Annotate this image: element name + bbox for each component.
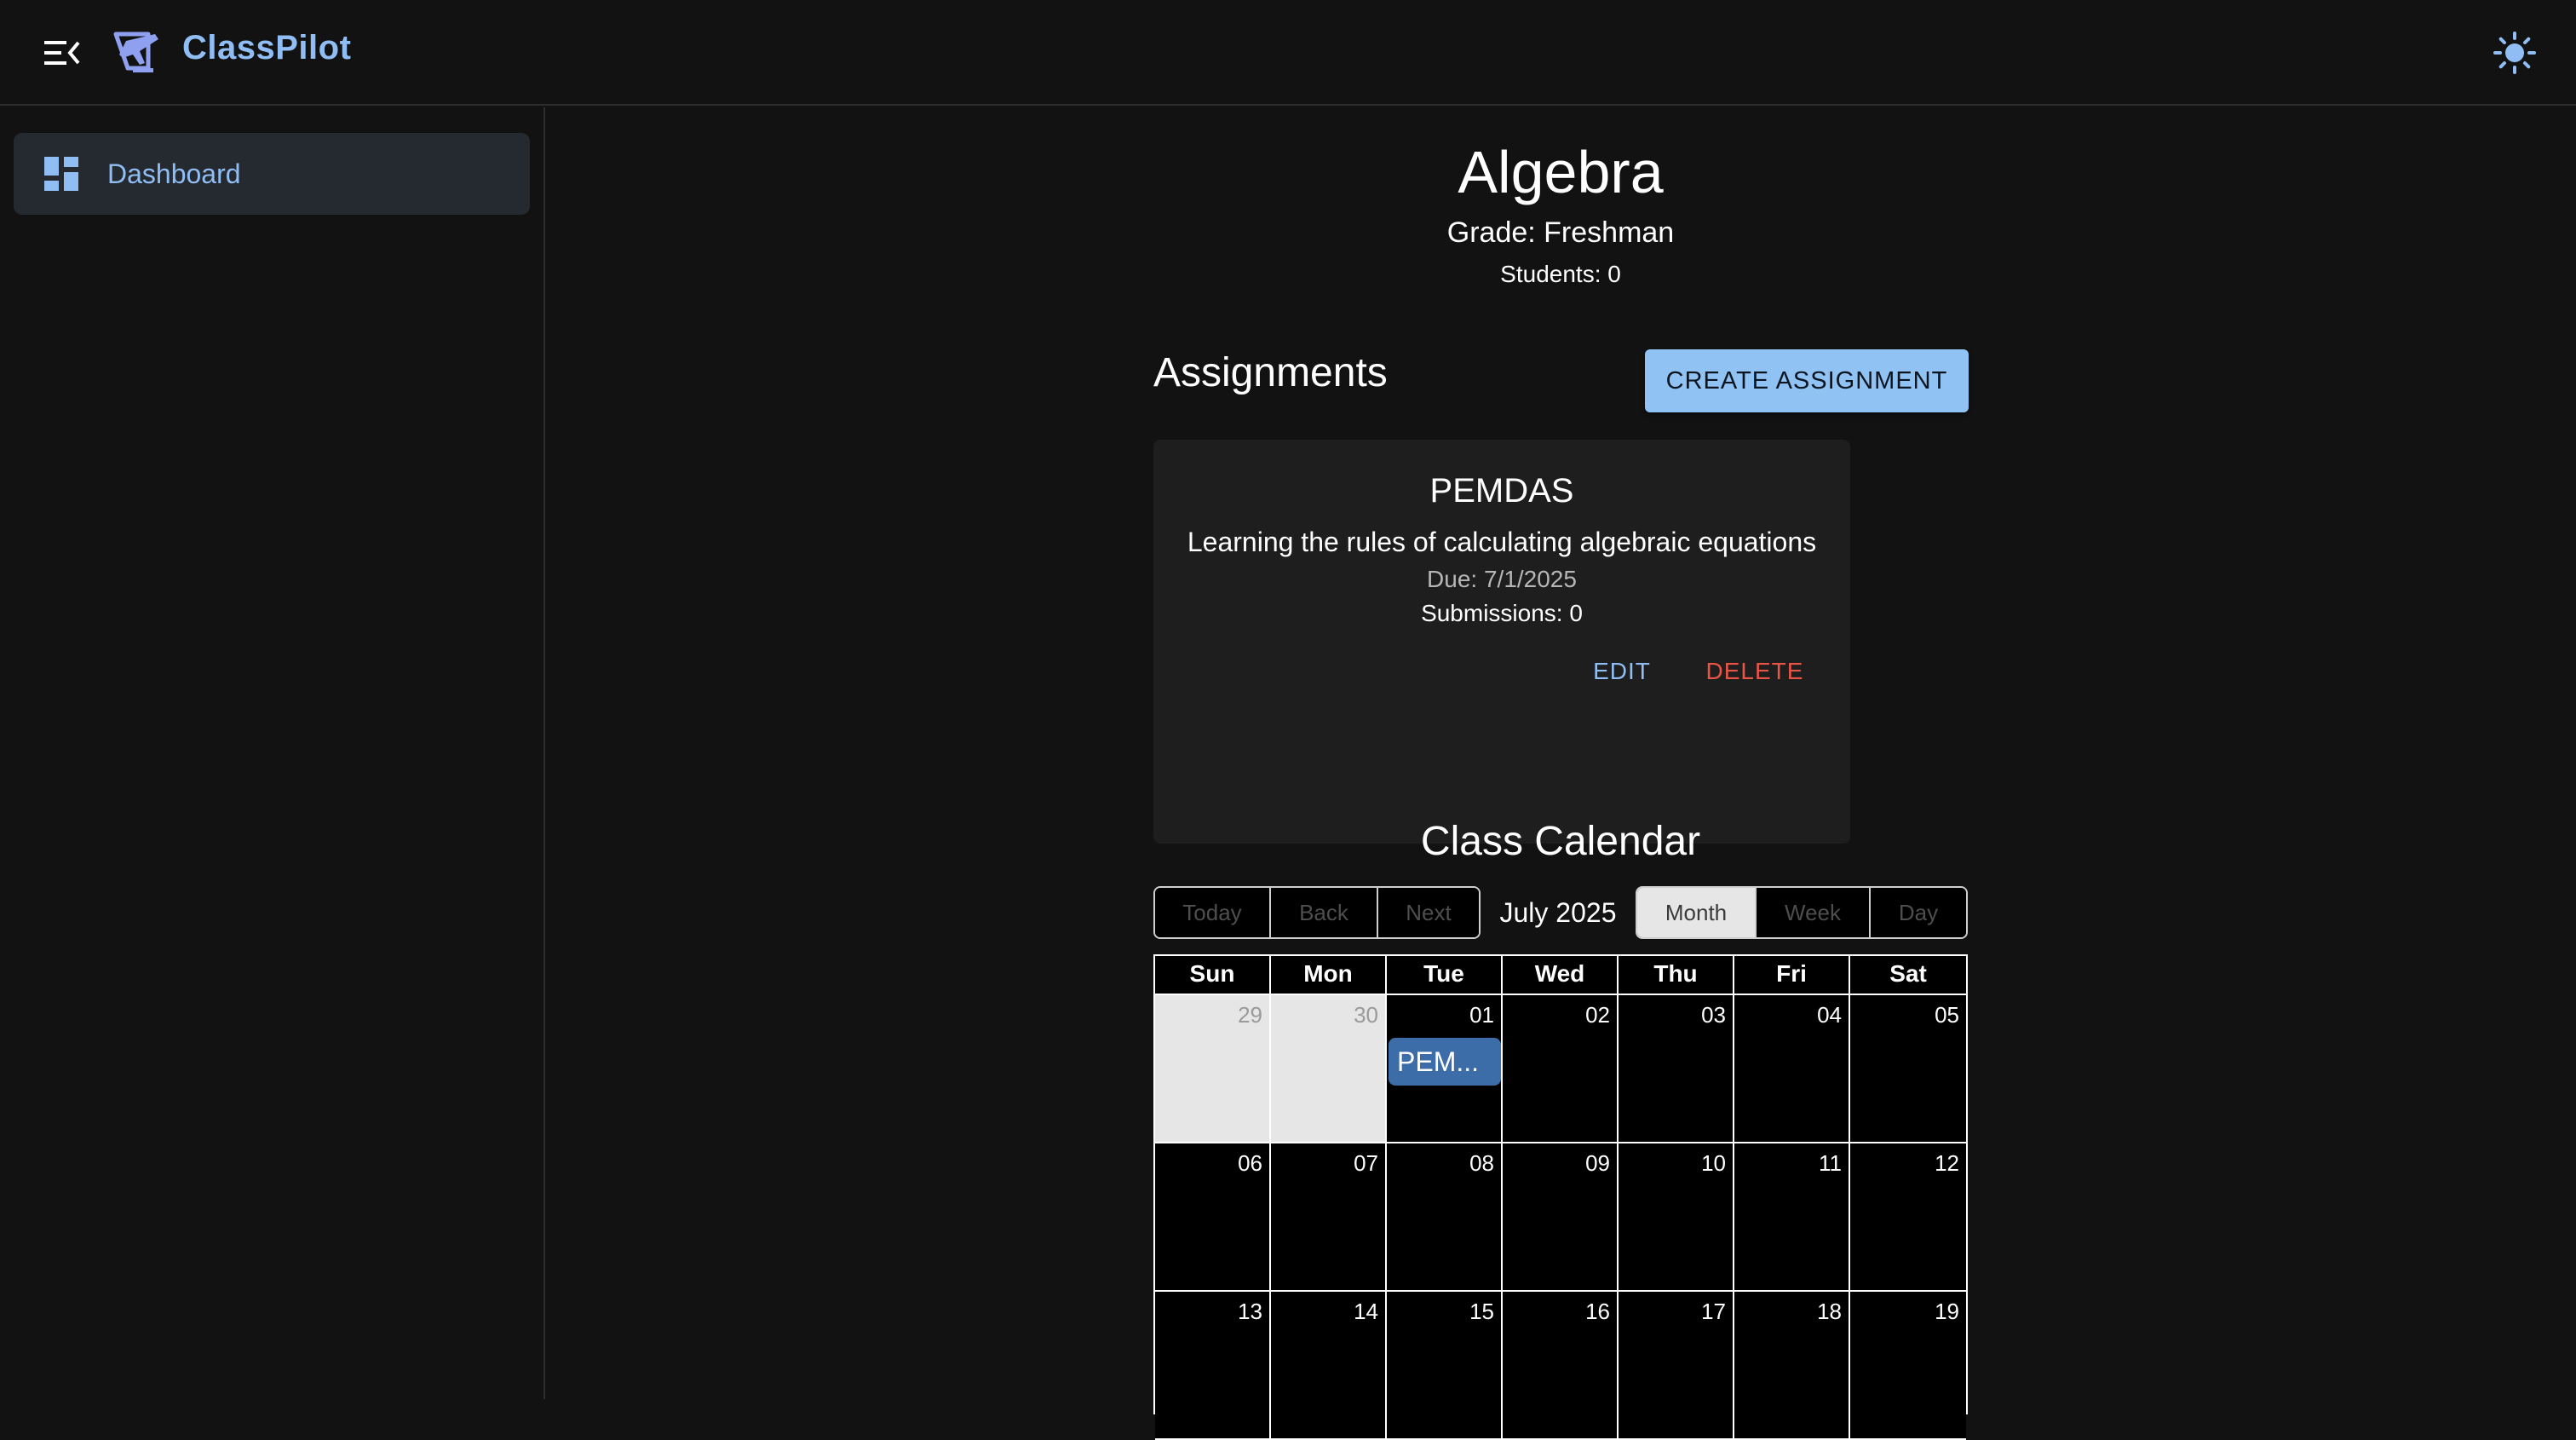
calendar-day-number[interactable]: 13 xyxy=(1238,1299,1262,1325)
app-name[interactable]: ClassPilot xyxy=(182,29,351,67)
delete-assignment-button[interactable]: DELETE xyxy=(1678,644,1831,699)
calendar-day-number[interactable]: 30 xyxy=(1354,1002,1378,1028)
assignments-heading: Assignments xyxy=(1153,350,1388,395)
calendar-day-number[interactable]: 06 xyxy=(1238,1150,1262,1177)
calendar-day-number[interactable]: 01 xyxy=(1469,1002,1494,1028)
sidebar-item-label: Dashboard xyxy=(107,158,241,189)
weekday-header: Mon xyxy=(1271,956,1387,995)
assignment-due-date: Due: 7/1/2025 xyxy=(1427,566,1577,592)
calendar-view-group: Month Week Day xyxy=(1636,886,1968,939)
calendar-day-cell[interactable]: 03 xyxy=(1619,995,1734,1143)
assignment-card: PEMDAS Learning the rules of calculating… xyxy=(1153,440,1850,844)
calendar-current-month: July 2025 xyxy=(1499,897,1617,928)
calendar-event[interactable]: PEM... xyxy=(1389,1038,1501,1086)
calendar-day-cell[interactable]: 19 xyxy=(1850,1292,1966,1440)
assignment-title: PEMDAS xyxy=(1429,472,1574,510)
edit-assignment-button[interactable]: EDIT xyxy=(1579,644,1665,699)
calendar-day-cell[interactable]: 13 xyxy=(1155,1292,1271,1440)
weekday-header: Sun xyxy=(1155,956,1271,995)
calendar-today-button[interactable]: Today xyxy=(1155,888,1271,937)
assignment-description: Learning the rules of calculating algebr… xyxy=(1187,527,1817,557)
calendar-month-grid: Sun Mon Tue Wed Thu Fri Sat 29 30 01 PEM... 02 03 04 0… xyxy=(1153,954,1968,1440)
calendar-day-number[interactable]: 18 xyxy=(1817,1299,1842,1325)
calendar-toolbar: Today Back Next July 2025 Month Week Day xyxy=(1153,886,1968,939)
calendar-view-day-button[interactable]: Day xyxy=(1871,888,1966,937)
calendar-day-number[interactable]: 15 xyxy=(1469,1299,1494,1325)
calendar-day-number[interactable]: 02 xyxy=(1585,1002,1610,1028)
calendar-day-cell[interactable]: 05 xyxy=(1850,995,1966,1143)
theme-toggle-sun-icon[interactable] xyxy=(2493,31,2537,75)
student-count: Students: 0 xyxy=(1500,261,1621,287)
calendar-view-month-button[interactable]: Month xyxy=(1637,888,1757,937)
calendar-day-cell[interactable]: 18 xyxy=(1734,1292,1850,1440)
course-grade: Grade: Freshman xyxy=(1446,216,1675,249)
calendar-day-number[interactable]: 19 xyxy=(1935,1299,1959,1325)
calendar-day-number[interactable]: 07 xyxy=(1354,1150,1378,1177)
weekday-header: Thu xyxy=(1619,956,1734,995)
calendar-day-cell[interactable]: 01 PEM... xyxy=(1387,995,1503,1143)
calendar-back-button[interactable]: Back xyxy=(1271,888,1378,937)
calendar-day-number[interactable]: 16 xyxy=(1585,1299,1610,1325)
create-assignment-button[interactable]: CREATE ASSIGNMENT xyxy=(1645,349,1969,412)
calendar-day-cell[interactable]: 10 xyxy=(1619,1143,1734,1292)
menu-collapse-icon[interactable] xyxy=(41,34,82,72)
calendar-view-week-button[interactable]: Week xyxy=(1757,888,1871,937)
classpilot-logo-icon xyxy=(111,26,164,78)
app-bar: ClassPilot xyxy=(0,0,2576,106)
calendar-day-cell[interactable]: 17 xyxy=(1619,1292,1734,1440)
calendar-day-cell[interactable]: 14 xyxy=(1271,1292,1387,1440)
calendar-day-cell[interactable]: 04 xyxy=(1734,995,1850,1143)
calendar-day-number[interactable]: 09 xyxy=(1585,1150,1610,1177)
calendar-day-cell[interactable]: 07 xyxy=(1271,1143,1387,1292)
calendar-day-cell[interactable]: 08 xyxy=(1387,1143,1503,1292)
course-title: Algebra xyxy=(1458,139,1664,205)
weekday-header: Sat xyxy=(1850,956,1966,995)
calendar-day-number[interactable]: 12 xyxy=(1935,1150,1959,1177)
calendar-next-button[interactable]: Next xyxy=(1378,888,1479,937)
weekday-header: Wed xyxy=(1503,956,1619,995)
calendar-day-number[interactable]: 14 xyxy=(1354,1299,1378,1325)
calendar-day-cell[interactable]: 11 xyxy=(1734,1143,1850,1292)
dashboard-icon xyxy=(44,157,78,191)
calendar-day-cell[interactable]: 02 xyxy=(1503,995,1619,1143)
calendar-day-number[interactable]: 17 xyxy=(1701,1299,1726,1325)
calendar-day-number[interactable]: 04 xyxy=(1817,1002,1842,1028)
calendar-day-cell[interactable]: 06 xyxy=(1155,1143,1271,1292)
calendar-day-number[interactable]: 03 xyxy=(1701,1002,1726,1028)
calendar-day-number[interactable]: 05 xyxy=(1935,1002,1959,1028)
calendar-day-number[interactable]: 08 xyxy=(1469,1150,1494,1177)
sidebar: Dashboard xyxy=(0,107,545,1399)
calendar-day-number[interactable]: 29 xyxy=(1238,1002,1262,1028)
calendar-day-cell[interactable]: 15 xyxy=(1387,1292,1503,1440)
calendar-day-cell[interactable]: 30 xyxy=(1271,995,1387,1143)
calendar-day-cell[interactable]: 16 xyxy=(1503,1292,1619,1440)
calendar-day-number[interactable]: 10 xyxy=(1701,1150,1726,1177)
calendar-day-cell[interactable]: 12 xyxy=(1850,1143,1966,1292)
calendar-heading: Class Calendar xyxy=(1420,819,1701,864)
sidebar-item-dashboard[interactable]: Dashboard xyxy=(14,133,530,215)
calendar-day-number[interactable]: 11 xyxy=(1819,1150,1842,1177)
calendar-day-cell[interactable]: 09 xyxy=(1503,1143,1619,1292)
assignment-submissions: Submissions: 0 xyxy=(1421,600,1583,626)
calendar-day-cell[interactable]: 29 xyxy=(1155,995,1271,1143)
weekday-header: Fri xyxy=(1734,956,1850,995)
calendar-nav-group: Today Back Next xyxy=(1153,886,1481,939)
main-content: Algebra Grade: Freshman Students: 0 Assi… xyxy=(547,107,2576,1440)
weekday-header: Tue xyxy=(1387,956,1503,995)
